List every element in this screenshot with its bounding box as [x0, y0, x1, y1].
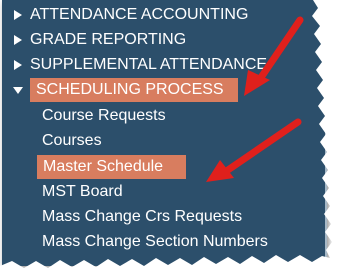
nav-category-label: SCHEDULING PROCESS: [36, 81, 224, 98]
caret-down-icon: [13, 87, 23, 94]
nav-item-mst-board[interactable]: MST Board: [42, 180, 262, 204]
nav-item-label: MST Board: [42, 183, 123, 200]
nav-category-scheduling-process[interactable]: SCHEDULING PROCESS: [30, 78, 238, 102]
nav-item-mass-change-section-numbers[interactable]: Mass Change Section Numbers: [42, 230, 312, 254]
nav-item-course-requests[interactable]: Course Requests: [42, 104, 262, 128]
nav-category-label: ATTENDANCE ACCOUNTING: [30, 6, 249, 23]
nav-item-label: Master Schedule: [43, 158, 164, 175]
caret-right-icon: [14, 35, 22, 45]
screenshot-canvas: ATTENDANCE ACCOUNTING GRADE REPORTING SU…: [0, 0, 338, 278]
nav-item-label: Mass Change Crs Requests: [42, 208, 243, 225]
nav-item-label: Mass Change Section Numbers: [42, 233, 268, 250]
nav-item-mass-change-crs-requests[interactable]: Mass Change Crs Requests: [42, 205, 302, 229]
navigation-panel: ATTENDANCE ACCOUNTING GRADE REPORTING SU…: [2, 0, 327, 266]
nav-item-master-schedule[interactable]: Master Schedule: [37, 155, 186, 179]
nav-category-label: SUPPLEMENTAL ATTENDANCE: [30, 56, 268, 73]
nav-category-supplemental-attendance[interactable]: SUPPLEMENTAL ATTENDANCE: [2, 53, 302, 77]
caret-right-icon: [14, 10, 22, 20]
nav-item-courses[interactable]: Courses: [42, 129, 262, 153]
nav-category-grade-reporting[interactable]: GRADE REPORTING: [2, 28, 302, 52]
nav-category-label: GRADE REPORTING: [30, 31, 187, 48]
nav-item-label: Courses: [42, 132, 102, 149]
nav-item-label: Course Requests: [42, 107, 166, 124]
caret-right-icon: [14, 60, 22, 70]
nav-category-attendance-accounting[interactable]: ATTENDANCE ACCOUNTING: [2, 3, 302, 27]
